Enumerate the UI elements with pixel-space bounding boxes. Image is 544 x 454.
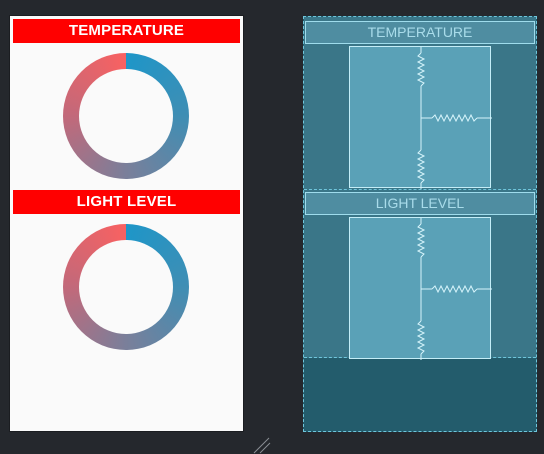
blueprint-view[interactable]: TEMPERATURE LIGHT LEVEL xyxy=(303,16,537,432)
light-level-gauge[interactable] xyxy=(63,224,189,350)
constraint-springs-icon xyxy=(416,47,492,189)
light-level-header[interactable]: LIGHT LEVEL xyxy=(13,190,240,214)
blueprint-temperature-section[interactable]: TEMPERATURE xyxy=(304,17,536,190)
temperature-gauge[interactable] xyxy=(63,53,189,179)
blueprint-light-level-gauge[interactable] xyxy=(349,217,492,360)
light-level-ring xyxy=(63,224,189,350)
temperature-header[interactable]: TEMPERATURE xyxy=(13,19,240,43)
constraint-springs-icon xyxy=(416,218,492,360)
design-preview-screen[interactable]: TEMPERATURE LIGHT LEVEL xyxy=(10,16,243,431)
resize-handle-icon[interactable] xyxy=(248,436,272,454)
blueprint-light-level-header[interactable]: LIGHT LEVEL xyxy=(305,192,535,215)
blueprint-light-level-section[interactable]: LIGHT LEVEL xyxy=(304,190,536,360)
blueprint-temperature-header[interactable]: TEMPERATURE xyxy=(305,21,535,44)
blueprint-temperature-gauge[interactable] xyxy=(349,46,492,189)
temperature-ring xyxy=(63,53,189,179)
